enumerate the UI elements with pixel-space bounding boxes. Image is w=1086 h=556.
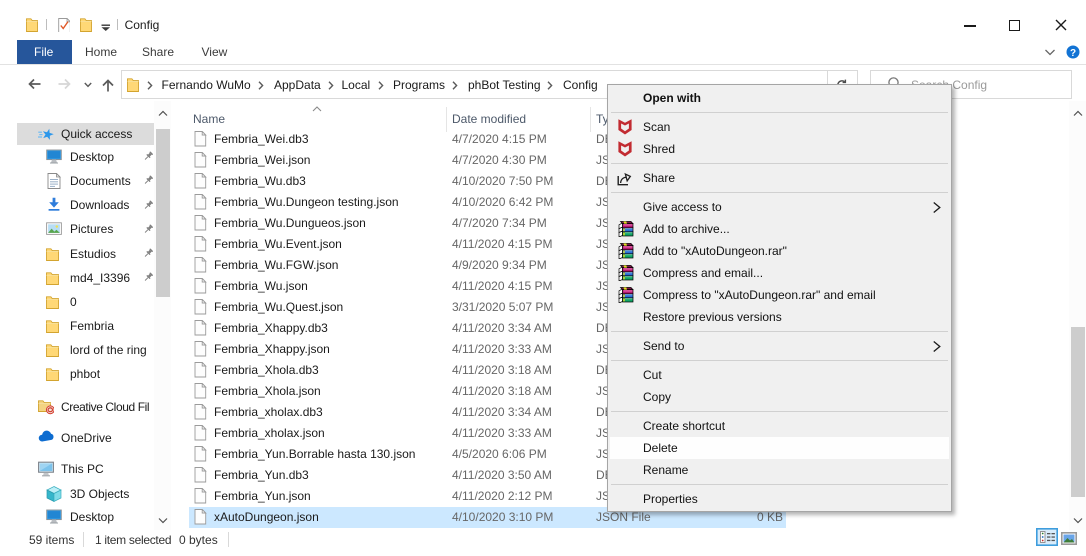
svg-text:?: ?: [1070, 48, 1076, 59]
